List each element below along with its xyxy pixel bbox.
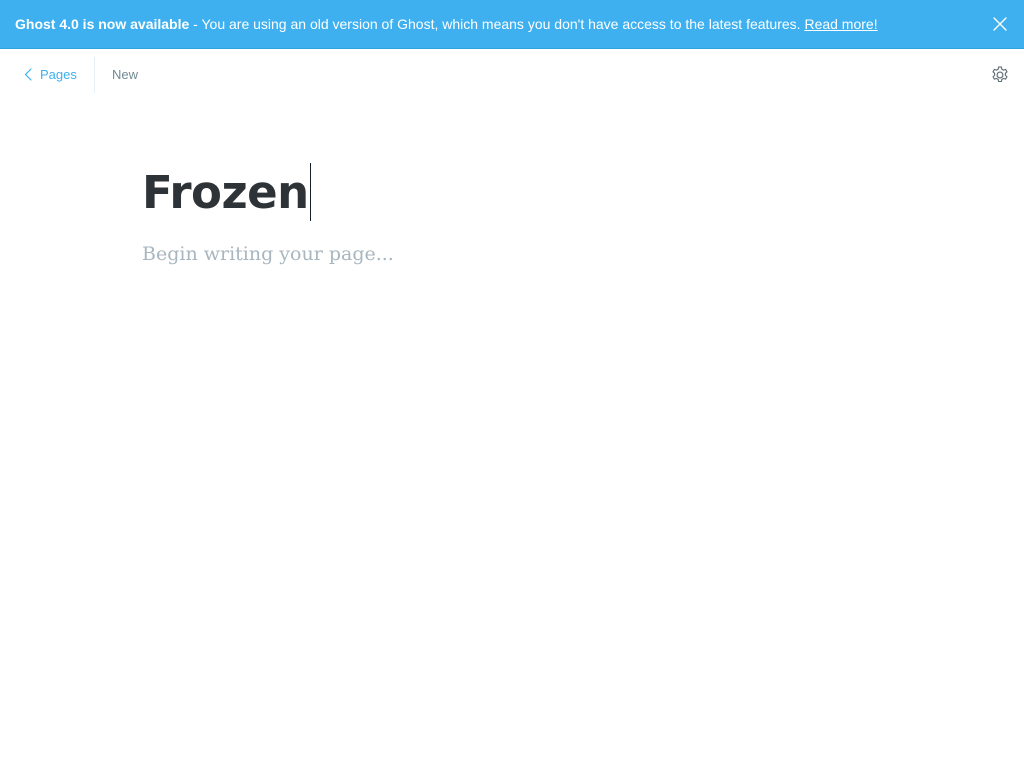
editor: Frozen Begin writing your page... <box>142 160 882 268</box>
header-divider <box>94 57 95 93</box>
back-to-pages-link[interactable]: Pages <box>24 49 77 99</box>
read-more-link[interactable]: Read more! <box>804 16 877 32</box>
page-title[interactable]: Frozen <box>142 160 309 226</box>
banner-message: - You are using an old version of Ghost,… <box>189 16 805 32</box>
post-status: New <box>112 67 139 82</box>
back-label: Pages <box>40 66 77 82</box>
banner-text: Ghost 4.0 is now available - You are usi… <box>15 0 878 49</box>
banner-title: Ghost 4.0 is now available <box>15 16 190 32</box>
gear-icon[interactable] <box>990 65 1010 85</box>
chevron-left-icon <box>24 67 32 81</box>
text-caret <box>309 163 311 221</box>
editor-header: Pages New <box>0 49 1024 101</box>
close-icon[interactable] <box>993 17 1007 31</box>
upgrade-banner: Ghost 4.0 is now available - You are usi… <box>0 0 1024 49</box>
body-editor[interactable]: Begin writing your page... <box>142 240 882 268</box>
title-field[interactable]: Frozen <box>142 160 882 226</box>
